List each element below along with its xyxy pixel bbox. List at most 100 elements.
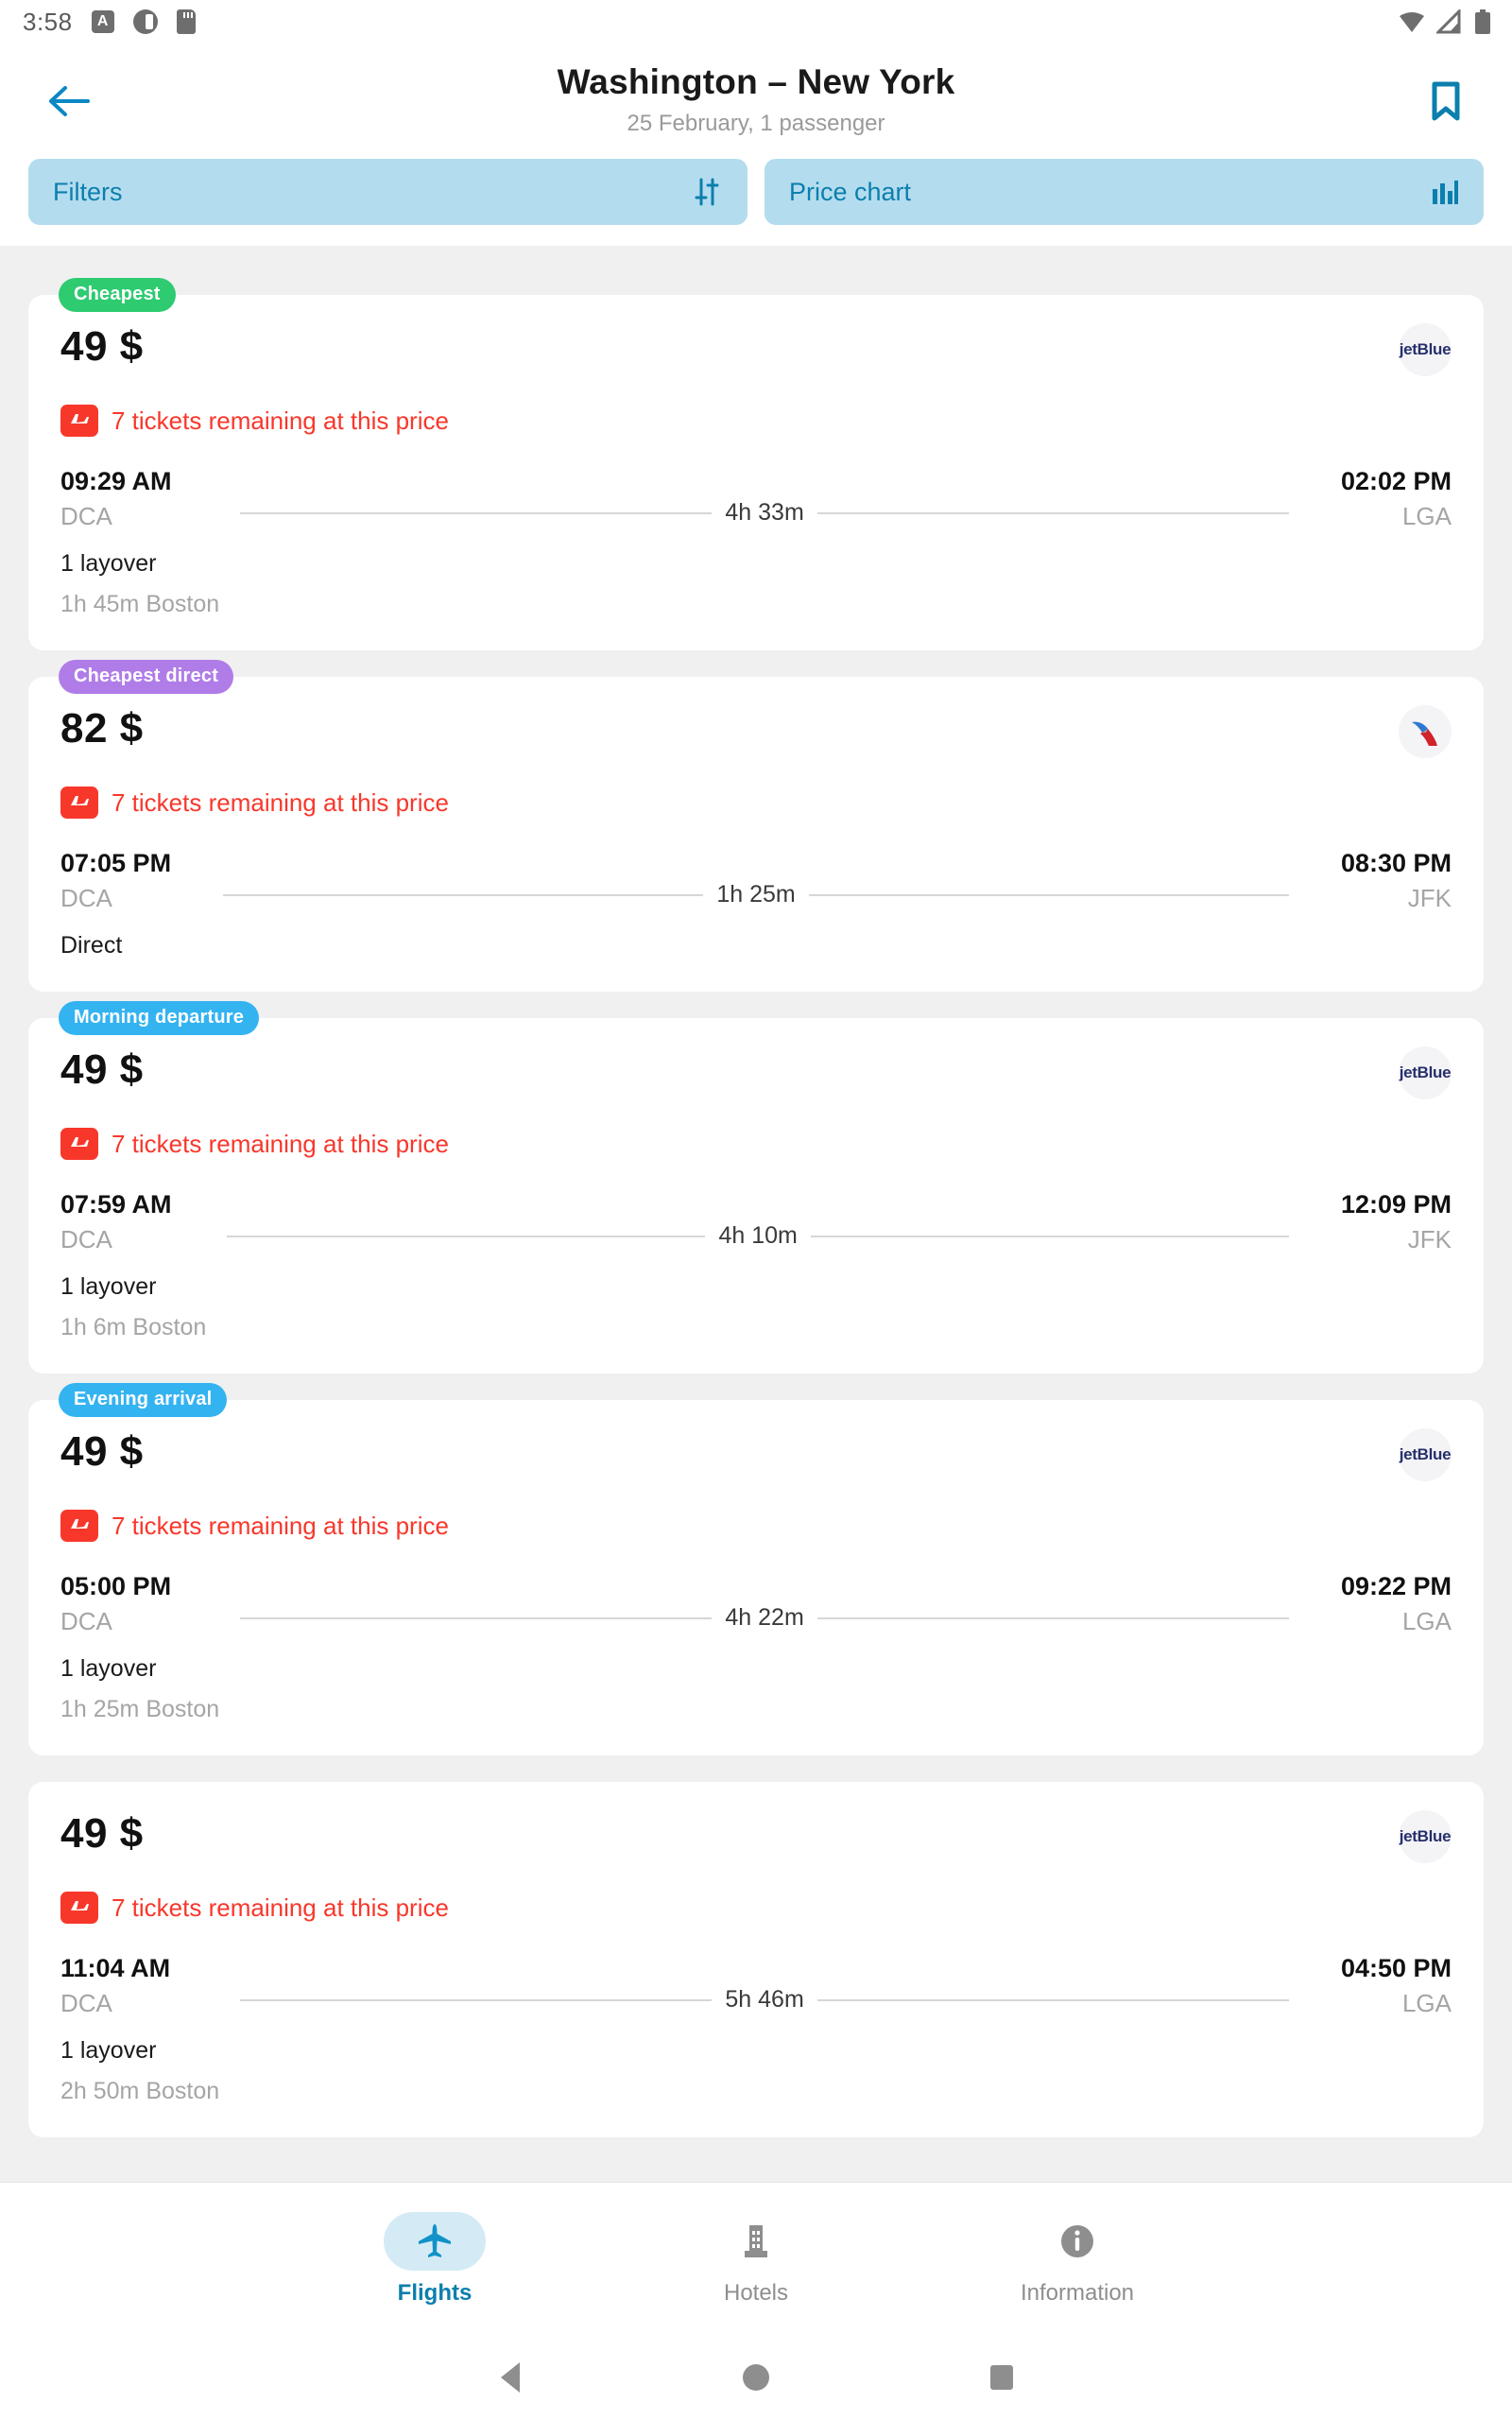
arrival-block: 04:50 PM LGA (1310, 1954, 1452, 2018)
route-line-left (240, 1998, 713, 2001)
jetblue-logo: jetBlue (1399, 1428, 1452, 1481)
tickets-remaining-text: 7 tickets remaining at this price (112, 1893, 449, 1922)
system-home-icon (743, 2364, 769, 2391)
duration-block: 4h 33m (219, 499, 1310, 527)
arrival-code: LGA (1401, 502, 1452, 530)
plane-ticket-icon (60, 786, 98, 819)
route-line-left (240, 511, 713, 514)
arrival-time: 08:30 PM (1340, 849, 1452, 877)
jetblue-logo-text: jetBlue (1399, 340, 1452, 358)
tickets-remaining-alert: 7 tickets remaining at this price (60, 405, 1452, 437)
bookmark-button[interactable] (1423, 78, 1469, 124)
info-icon (1026, 2212, 1128, 2271)
back-button[interactable] (45, 78, 91, 124)
flight-duration: 5h 46m (725, 1986, 804, 2013)
system-home-button[interactable] (633, 2364, 879, 2391)
layover-detail: 1h 45m Boston (60, 591, 220, 617)
system-recents-button[interactable] (879, 2365, 1125, 2390)
arrival-code: LGA (1401, 1989, 1452, 2017)
price-chart-label: Price chart (789, 177, 912, 206)
tickets-remaining-alert: 7 tickets remaining at this price (60, 786, 1452, 819)
departure-code: DCA (60, 884, 112, 912)
nav-item-information[interactable]: Information (917, 2212, 1238, 2307)
jetblue-logo: jetBlue (1399, 323, 1452, 376)
duration-block: 1h 25m (202, 881, 1310, 908)
building-icon (705, 2212, 807, 2271)
departure-block: 11:04 AM DCA 1 layover 2h 50m Boston (60, 1954, 219, 2105)
flight-card[interactable]: Cheapest direct 82 $ 7 tickets remaining… (28, 660, 1484, 992)
card-header: 49 $ jetBlue (60, 1428, 1452, 1481)
flight-results-list[interactable]: Cheapest 49 $ jetBlue 7 tickets remainin… (0, 274, 1512, 2182)
arrival-time: 04:50 PM (1340, 1954, 1452, 1982)
flight-card[interactable]: Evening arrival 49 $ jetBlue 7 tickets r… (28, 1383, 1484, 1755)
departure-time: 05:00 PM (60, 1572, 172, 1600)
departure-block: 05:00 PM DCA 1 layover 1h 25m Boston (60, 1572, 219, 1723)
arrival-block: 12:09 PM JFK (1310, 1190, 1452, 1254)
layover-detail: 2h 50m Boston (60, 2078, 220, 2104)
sliders-icon (691, 176, 723, 208)
layover-detail: 1h 6m Boston (60, 1314, 207, 1340)
tickets-remaining-text: 7 tickets remaining at this price (112, 1511, 449, 1540)
route-line-right (816, 1616, 1289, 1619)
arrival-code: LGA (1401, 1607, 1452, 1635)
plane-ticket-icon (60, 1510, 98, 1542)
app-screen: 3:58 A Washington – New York 25 February… (0, 0, 1512, 2420)
flight-route: 07:05 PM DCA Direct 1h 25m 08:30 PM JFK (60, 849, 1452, 959)
jetblue-logo-text: jetBlue (1399, 1827, 1452, 1845)
route-line-left (240, 1616, 713, 1619)
do-not-disturb-icon (132, 9, 158, 34)
flight-price: 49 $ (60, 323, 144, 370)
departure-time: 09:29 AM (60, 467, 172, 495)
jetblue-logo-text: jetBlue (1399, 1445, 1452, 1463)
system-navigation-bar (0, 2335, 1512, 2420)
nav-label-flights: Flights (397, 2279, 472, 2306)
bookmark-icon (1432, 81, 1460, 121)
departure-time: 07:59 AM (60, 1190, 172, 1219)
route-line-left (227, 1235, 706, 1237)
arrival-block: 02:02 PM LGA (1310, 467, 1452, 531)
flight-card[interactable]: 49 $ jetBlue 7 tickets remaining at this… (28, 1782, 1484, 2137)
filters-label: Filters (53, 177, 123, 206)
flight-duration: 1h 25m (716, 881, 796, 908)
stops-label: 1 layover (60, 2037, 157, 2064)
filters-button[interactable]: Filters (28, 159, 747, 225)
departure-block: 07:05 PM DCA Direct (60, 849, 202, 959)
system-back-icon (501, 2362, 520, 2393)
system-back-button[interactable] (387, 2362, 633, 2393)
arrival-block: 09:22 PM LGA (1310, 1572, 1452, 1636)
status-badge: Cheapest direct (59, 660, 234, 694)
nav-item-hotels[interactable]: Hotels (595, 2212, 917, 2307)
flight-route: 07:59 AM DCA 1 layover 1h 6m Boston 4h 1… (60, 1190, 1452, 1341)
status-badge: Evening arrival (59, 1383, 228, 1417)
flight-card[interactable]: Cheapest 49 $ jetBlue 7 tickets remainin… (28, 278, 1484, 650)
wifi-icon (1400, 12, 1424, 32)
arrival-time: 12:09 PM (1340, 1190, 1452, 1219)
american-airlines-logo (1399, 705, 1452, 758)
back-arrow-icon (49, 86, 90, 116)
departure-time: 07:05 PM (60, 849, 172, 877)
flight-duration: 4h 22m (725, 1604, 804, 1631)
duration-block: 4h 22m (219, 1604, 1310, 1632)
flight-card[interactable]: Morning departure 49 $ jetBlue 7 tickets… (28, 1001, 1484, 1374)
flight-price: 49 $ (60, 1046, 144, 1093)
nav-item-flights[interactable]: Flights (274, 2211, 595, 2307)
tickets-remaining-alert: 7 tickets remaining at this price (60, 1510, 1452, 1542)
stops-label: Direct (60, 932, 123, 959)
route-line-right (808, 893, 1290, 896)
plane-ticket-icon (60, 405, 98, 437)
plane-ticket-icon (60, 1128, 98, 1160)
card-header: 49 $ jetBlue (60, 323, 1452, 376)
page-title: Washington – New York (557, 62, 955, 101)
route-line-right (816, 1998, 1289, 2001)
card-header: 49 $ jetBlue (60, 1810, 1452, 1863)
jetblue-logo-text: jetBlue (1399, 1063, 1452, 1081)
departure-time: 11:04 AM (60, 1954, 171, 1982)
price-chart-button[interactable]: Price chart (765, 159, 1484, 225)
airplane-icon (384, 2211, 486, 2271)
tickets-remaining-alert: 7 tickets remaining at this price (60, 1128, 1452, 1160)
flight-price: 49 $ (60, 1810, 144, 1857)
bar-chart-icon (1431, 178, 1459, 206)
route-line-right (810, 1235, 1289, 1237)
status-bar: 3:58 A (0, 0, 1512, 43)
card-header: 49 $ jetBlue (60, 1046, 1452, 1099)
